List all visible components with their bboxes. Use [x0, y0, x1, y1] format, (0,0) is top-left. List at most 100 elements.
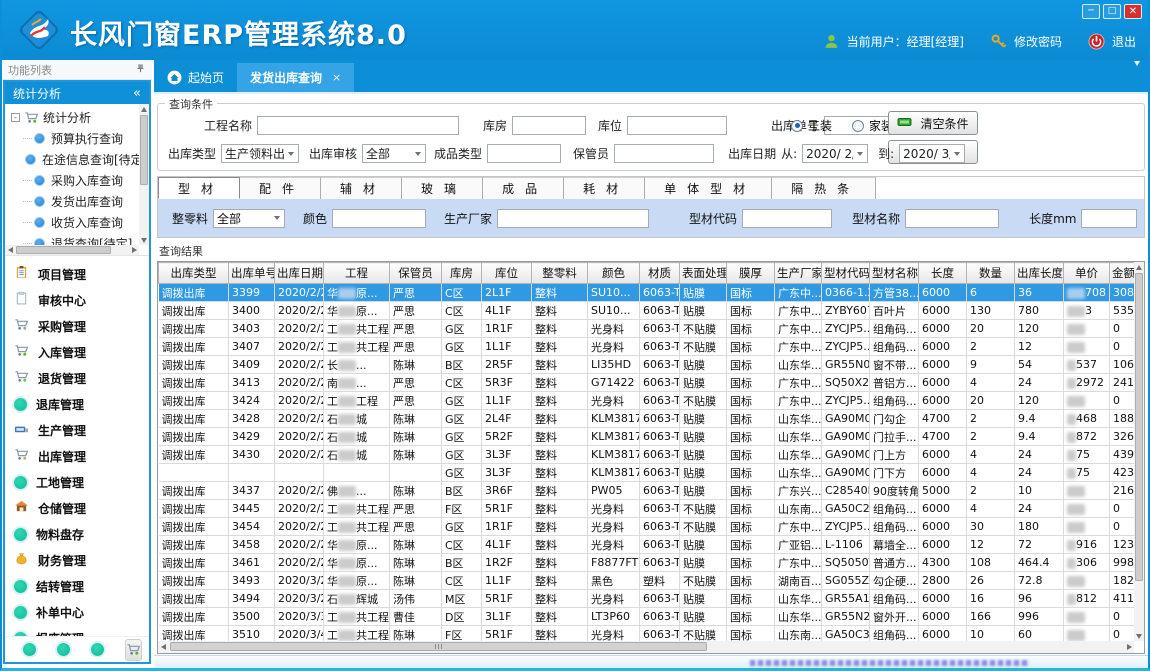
module-dot-icon[interactable]	[23, 643, 36, 656]
column-header-工程[interactable]: 工程	[324, 263, 390, 284]
outbound-type-select[interactable]: 生产领料出库	[221, 144, 299, 163]
profile-name-input[interactable]	[905, 209, 999, 228]
table-row[interactable]: 调拨出库34002020/2/25华原...严思C区4L1F整料SU10...6…	[159, 302, 1135, 320]
tab-overflow-button[interactable]	[1134, 66, 1140, 85]
logout-link[interactable]: 退出	[1112, 33, 1136, 50]
scroll-right-icon[interactable]	[1124, 642, 1134, 652]
scroll-left-icon[interactable]	[5, 245, 15, 255]
date-from-picker[interactable]: 2020/ 2/16	[802, 144, 868, 163]
table-row[interactable]: 调拨出库34452020/2/27工共工程严思F区5R1F整料光身料6063-T…	[159, 500, 1135, 518]
table-row[interactable]: 调拨出库34582020/2/28华原...陈琳C区4L1F整料光身料6063-…	[159, 536, 1135, 554]
sidebar-item-项目管理[interactable]: 项目管理	[5, 261, 149, 287]
material-tab-玻璃[interactable]: 玻璃	[402, 177, 483, 199]
table-row[interactable]: 调拨出库34032020/2/25工共工程严思G区1R1F整料光身料6063-T…	[159, 320, 1135, 338]
sidebar-item-退货管理[interactable]: 退货管理	[5, 365, 149, 391]
cart-module-button[interactable]	[125, 639, 142, 661]
scroll-left-icon[interactable]	[158, 642, 168, 652]
scroll-down-icon[interactable]	[1134, 631, 1144, 641]
column-header-出库单号[interactable]: 出库单号	[229, 263, 275, 284]
column-header-库位[interactable]: 库位	[482, 263, 532, 284]
material-tab-单体型材[interactable]: 单体型材	[645, 177, 772, 199]
column-header-材质[interactable]: 材质	[640, 263, 680, 284]
material-tab-成品[interactable]: 成品	[483, 177, 564, 199]
tree-item[interactable]: 退货查询[待定]	[11, 233, 139, 245]
table-row[interactable]: 调拨出库34292020/2/26石城陈琳G区5R2F整料KLM38176063…	[159, 428, 1135, 446]
sidebar-item-结转管理[interactable]: 结转管理	[5, 573, 149, 599]
sidebar-item-物料盘存[interactable]: 物料盘存	[5, 521, 149, 547]
manufacturer-input[interactable]	[497, 209, 649, 228]
scrollbar-thumb[interactable]	[16, 246, 111, 254]
tab-close-icon[interactable]: ×	[332, 71, 341, 84]
whole-part-select[interactable]: 全部	[213, 209, 285, 228]
change-password-link[interactable]: 修改密码	[1014, 33, 1062, 50]
material-tab-配件[interactable]: 配件	[240, 177, 321, 199]
table-row[interactable]: 调拨出库34942020/3/2石辉城汤伟M区5R1F整料光身料6063-T5贴…	[159, 590, 1135, 608]
scroll-right-icon[interactable]	[129, 245, 139, 255]
column-header-整零料[interactable]: 整零料	[532, 263, 588, 284]
scrollbar-thumb[interactable]	[170, 642, 707, 651]
table-row[interactable]: 调拨出库34372020/2/27佛...陈琳B区3R6F整料PW056063-…	[159, 482, 1135, 500]
column-header-表面处理[interactable]: 表面处理	[680, 263, 727, 284]
table-row[interactable]: 调拨出库34932020/3/2华原...陈琳C区1L1F整料黑色塑料不贴膜国标…	[159, 572, 1135, 590]
collapse-icon[interactable]: «	[133, 86, 141, 101]
table-row[interactable]: 调拨出库34072020/2/25工共工程严思G区1L1F整料光身料6063-T…	[159, 338, 1135, 356]
scroll-down-icon[interactable]	[139, 235, 149, 245]
tab-home[interactable]: 起始页	[154, 63, 237, 92]
grid-horizontal-scrollbar[interactable]	[158, 641, 1134, 653]
sidebar-item-财务管理[interactable]: 财务管理	[5, 547, 149, 573]
sidebar-item-报废管理[interactable]: 报废管理	[5, 625, 149, 636]
keeper-input[interactable]	[614, 144, 714, 163]
date-to-picker[interactable]: 2020/ 3/16	[899, 144, 965, 163]
project-name-input[interactable]	[257, 116, 459, 135]
column-header-生产厂家[interactable]: 生产厂家	[775, 263, 822, 284]
sidebar-item-仓储管理[interactable]: 仓储管理	[5, 495, 149, 521]
minimize-button[interactable]: ─	[1082, 4, 1100, 19]
close-button[interactable]: ✕	[1124, 4, 1142, 19]
column-header-单价[interactable]: 单价	[1064, 263, 1110, 284]
column-header-保管员[interactable]: 保管员	[390, 263, 442, 284]
tree-item[interactable]: 在途信息查询[待定]	[11, 149, 139, 170]
scrollbar-thumb[interactable]	[1135, 273, 1143, 581]
table-row[interactable]: 调拨出库34092020/2/25长...陈琳B区2R5F整料LI35HD606…	[159, 356, 1135, 374]
column-header-金额[interactable]: 金额	[1110, 263, 1135, 284]
module-dot-icon[interactable]	[91, 643, 104, 656]
tab-shipping-outbound-query[interactable]: 发货出库查询 ×	[237, 63, 354, 92]
scroll-up-icon[interactable]	[1134, 262, 1144, 272]
profile-code-input[interactable]	[742, 209, 832, 228]
maximize-button[interactable]: □	[1103, 4, 1121, 19]
tree-item[interactable]: 发货出库查询	[11, 191, 139, 212]
pin-icon[interactable]	[135, 63, 146, 77]
warehouse-input[interactable]	[512, 116, 586, 135]
scrollbar-thumb[interactable]	[140, 115, 148, 185]
tree-item[interactable]: 收货入库查询	[11, 212, 139, 233]
table-row[interactable]: 调拨出库34612020/2/28华原...陈琳B区1R2F整料F8877FT6…	[159, 554, 1135, 572]
column-header-出库类型[interactable]: 出库类型	[159, 263, 229, 284]
sidebar-item-出库管理[interactable]: 出库管理	[5, 443, 149, 469]
material-tab-辅材[interactable]: 辅材	[321, 177, 402, 199]
column-header-膜厚[interactable]: 膜厚	[727, 263, 775, 284]
tree-horizontal-scrollbar[interactable]	[5, 245, 139, 255]
grid-vertical-scrollbar[interactable]	[1134, 262, 1144, 641]
sidebar-item-退库管理[interactable]: 退库管理	[5, 391, 149, 417]
tree-expander-icon[interactable]: -	[11, 113, 20, 122]
table-row[interactable]: 调拨出库34282020/2/26石城陈琳G区2L4F整料KLM38176063…	[159, 410, 1135, 428]
statistics-group-header[interactable]: 统计分析 «	[5, 82, 149, 104]
sidebar-item-入库管理[interactable]: 入库管理	[5, 339, 149, 365]
column-header-数量[interactable]: 数量	[967, 263, 1015, 284]
column-header-型材名称[interactable]: 型材名称	[870, 263, 919, 284]
sidebar-item-采购管理[interactable]: 采购管理	[5, 313, 149, 339]
tree-root-node[interactable]: - 统计分析	[11, 107, 139, 128]
color-input[interactable]	[332, 209, 426, 228]
table-row[interactable]: 调拨出库34302020/2/26石城陈琳G区3L3F整料KLM38176063…	[159, 446, 1135, 464]
table-row[interactable]: 调拨出库35002020/3/3工共工程曹佳D区3L1F整料LT3P606063…	[159, 608, 1135, 626]
sidebar-item-工地管理[interactable]: 工地管理	[5, 469, 149, 495]
sidebar-item-审核中心[interactable]: 审核中心	[5, 287, 149, 313]
tree-item[interactable]: 采购入库查询	[11, 170, 139, 191]
radio-jiazhuang[interactable]	[852, 120, 864, 132]
column-header-颜色[interactable]: 颜色	[588, 263, 640, 284]
length-mm-input[interactable]	[1081, 209, 1137, 228]
column-header-出库长度[interactable]: 出库长度	[1015, 263, 1064, 284]
clear-conditions-button[interactable]: 清空条件	[888, 111, 978, 135]
table-row[interactable]: 调拨出库35102020/3/4工共工程陈琳F区5R1F整料光身料6063-T5…	[159, 626, 1135, 642]
column-header-长度[interactable]: 长度	[919, 263, 967, 284]
